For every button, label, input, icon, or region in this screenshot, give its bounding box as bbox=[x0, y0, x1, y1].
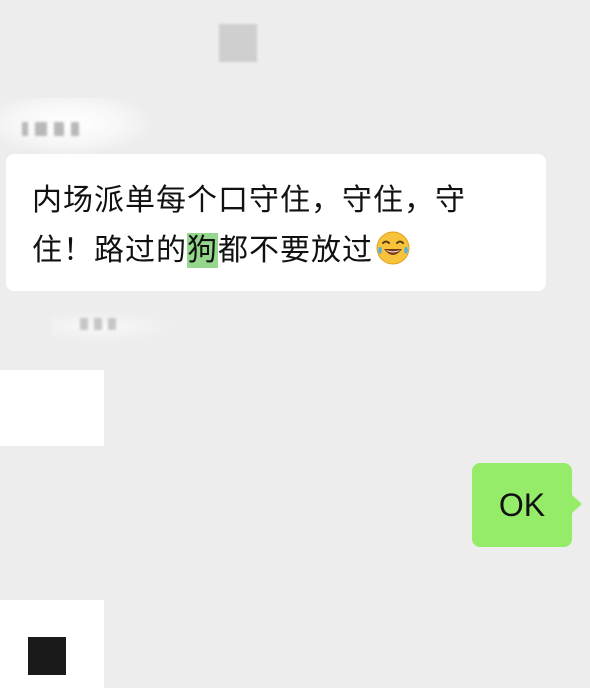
incoming-message-bubble[interactable]: 内场派单每个口守住，守住，守住！路过的狗都不要放过 bbox=[6, 154, 546, 291]
incoming-message-text: 内场派单每个口守住，守住，守住！路过的狗都不要放过 bbox=[32, 176, 524, 276]
outgoing-message-bubble[interactable]: OK bbox=[472, 463, 572, 547]
outgoing-message-text: OK bbox=[498, 486, 546, 523]
blurred-second-sender-name bbox=[80, 318, 116, 330]
message-text-part2: 都不要放过 bbox=[218, 233, 373, 268]
tears-of-joy-emoji-icon bbox=[376, 231, 410, 265]
outgoing-bubble-tail bbox=[572, 495, 582, 513]
blurred-sender-name bbox=[22, 122, 79, 136]
redacted-avatar[interactable] bbox=[28, 637, 66, 675]
blurred-avatar bbox=[219, 24, 257, 62]
highlighted-search-term: 狗 bbox=[187, 233, 218, 268]
redacted-avatar-area bbox=[0, 370, 104, 446]
chat-area: 内场派单每个口守住，守住，守住！路过的狗都不要放过 OK bbox=[0, 0, 590, 688]
